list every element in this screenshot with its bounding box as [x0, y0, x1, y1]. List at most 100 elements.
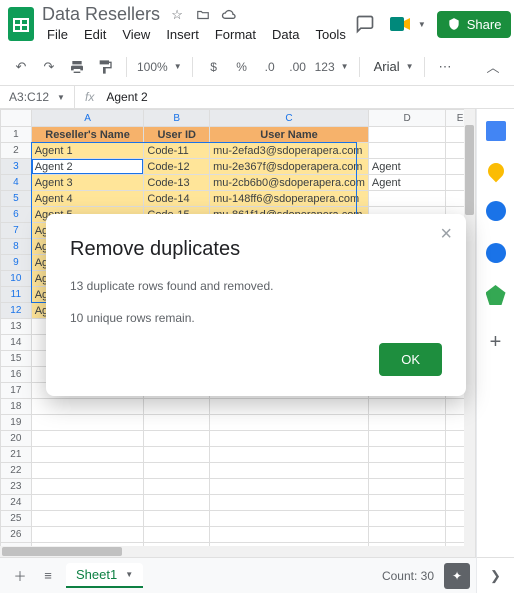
- cell[interactable]: [31, 479, 144, 495]
- add-addon-icon[interactable]: +: [490, 331, 502, 354]
- cell[interactable]: [210, 447, 369, 463]
- cell[interactable]: mu-2e367f@sdoperapera.com: [210, 159, 369, 175]
- col-header-a[interactable]: A: [31, 110, 144, 127]
- cell[interactable]: [368, 127, 445, 143]
- row-header[interactable]: 10: [1, 271, 32, 287]
- cell[interactable]: Code-11: [144, 143, 210, 159]
- cell[interactable]: [144, 447, 210, 463]
- maps-icon[interactable]: [486, 285, 506, 305]
- percent-icon[interactable]: %: [231, 56, 253, 78]
- doc-title[interactable]: Data Resellers: [42, 4, 160, 25]
- cell[interactable]: [144, 463, 210, 479]
- row-header[interactable]: 14: [1, 335, 32, 351]
- cell[interactable]: [368, 495, 445, 511]
- cell[interactable]: [210, 415, 369, 431]
- menu-file[interactable]: File: [40, 25, 75, 44]
- cell[interactable]: [368, 463, 445, 479]
- cell[interactable]: Code-14: [144, 191, 210, 207]
- row-header[interactable]: 5: [1, 191, 32, 207]
- side-panel-toggle-icon[interactable]: ❯: [476, 557, 514, 593]
- cell[interactable]: [31, 399, 144, 415]
- cell[interactable]: [368, 479, 445, 495]
- print-icon[interactable]: [66, 56, 88, 78]
- row-header[interactable]: 8: [1, 239, 32, 255]
- cell[interactable]: Code-13: [144, 175, 210, 191]
- cell[interactable]: [210, 495, 369, 511]
- font-selector[interactable]: Arial▼: [374, 59, 414, 74]
- col-header-c[interactable]: C: [210, 110, 369, 127]
- cell[interactable]: [31, 527, 144, 543]
- sheet-tab[interactable]: Sheet1▼: [66, 563, 143, 588]
- cell[interactable]: mu-148ff6@sdoperapera.com: [210, 191, 369, 207]
- cell[interactable]: [210, 479, 369, 495]
- row-header[interactable]: 26: [1, 527, 32, 543]
- row-header[interactable]: 15: [1, 351, 32, 367]
- explore-icon[interactable]: ✦: [444, 563, 470, 589]
- row-header[interactable]: 2: [1, 143, 32, 159]
- number-format-selector[interactable]: 123▼: [315, 60, 349, 74]
- cell[interactable]: [210, 431, 369, 447]
- corner-cell[interactable]: [1, 110, 32, 127]
- keep-icon[interactable]: [484, 160, 507, 183]
- cell[interactable]: mu-2cb6b0@sdoperapera.com: [210, 175, 369, 191]
- cell[interactable]: [210, 527, 369, 543]
- cell[interactable]: [144, 495, 210, 511]
- name-box[interactable]: A3:C12▼: [0, 86, 75, 108]
- cell[interactable]: [144, 527, 210, 543]
- close-icon[interactable]: ×: [440, 224, 452, 244]
- row-header[interactable]: 24: [1, 495, 32, 511]
- col-header-b[interactable]: B: [144, 110, 210, 127]
- cell[interactable]: [210, 511, 369, 527]
- row-header[interactable]: 7: [1, 223, 32, 239]
- row-header[interactable]: 11: [1, 287, 32, 303]
- row-header[interactable]: 13: [1, 319, 32, 335]
- add-sheet-icon[interactable]: ＋: [6, 562, 34, 590]
- cell[interactable]: User ID: [144, 127, 210, 143]
- cell[interactable]: Agent 2: [31, 159, 144, 175]
- row-header[interactable]: 1: [1, 127, 32, 143]
- cell[interactable]: User Name: [210, 127, 369, 143]
- move-icon[interactable]: [194, 6, 212, 24]
- meet-icon[interactable]: ▼: [387, 11, 427, 37]
- menu-insert[interactable]: Insert: [159, 25, 206, 44]
- col-header-d[interactable]: D: [368, 110, 445, 127]
- row-header[interactable]: 6: [1, 207, 32, 223]
- cell[interactable]: [368, 415, 445, 431]
- cell[interactable]: [144, 399, 210, 415]
- cell[interactable]: Agent: [368, 175, 445, 191]
- row-header[interactable]: 16: [1, 367, 32, 383]
- calendar-icon[interactable]: [486, 121, 506, 141]
- cell[interactable]: [368, 527, 445, 543]
- cell[interactable]: Reseller's Name: [31, 127, 144, 143]
- row-header[interactable]: 18: [1, 399, 32, 415]
- cloud-icon[interactable]: [220, 6, 238, 24]
- cell[interactable]: [368, 399, 445, 415]
- cell[interactable]: [368, 143, 445, 159]
- collapse-toolbar-icon[interactable]: ︿: [482, 56, 504, 78]
- row-header[interactable]: 21: [1, 447, 32, 463]
- share-button[interactable]: Share: [437, 11, 512, 38]
- menu-tools[interactable]: Tools: [308, 25, 352, 44]
- cell[interactable]: [31, 447, 144, 463]
- star-icon[interactable]: ☆: [168, 6, 186, 24]
- cell[interactable]: Agent: [368, 159, 445, 175]
- cell[interactable]: Code-12: [144, 159, 210, 175]
- row-header[interactable]: 17: [1, 383, 32, 399]
- cell[interactable]: [144, 415, 210, 431]
- cell[interactable]: [144, 511, 210, 527]
- cell[interactable]: [368, 447, 445, 463]
- comment-history-icon[interactable]: [353, 12, 377, 36]
- formula-input[interactable]: Agent 2: [102, 90, 147, 104]
- row-header[interactable]: 22: [1, 463, 32, 479]
- row-header[interactable]: 25: [1, 511, 32, 527]
- cell[interactable]: [210, 463, 369, 479]
- decrease-decimal-icon[interactable]: .0: [259, 56, 281, 78]
- ok-button[interactable]: OK: [379, 343, 442, 376]
- cell[interactable]: [368, 511, 445, 527]
- menu-format[interactable]: Format: [208, 25, 263, 44]
- horizontal-scrollbar[interactable]: [0, 546, 464, 557]
- cell[interactable]: [210, 399, 369, 415]
- more-tools-icon[interactable]: ⋯: [435, 56, 457, 78]
- cell[interactable]: mu-2efad3@sdoperapera.com: [210, 143, 369, 159]
- sheets-logo[interactable]: [8, 6, 34, 42]
